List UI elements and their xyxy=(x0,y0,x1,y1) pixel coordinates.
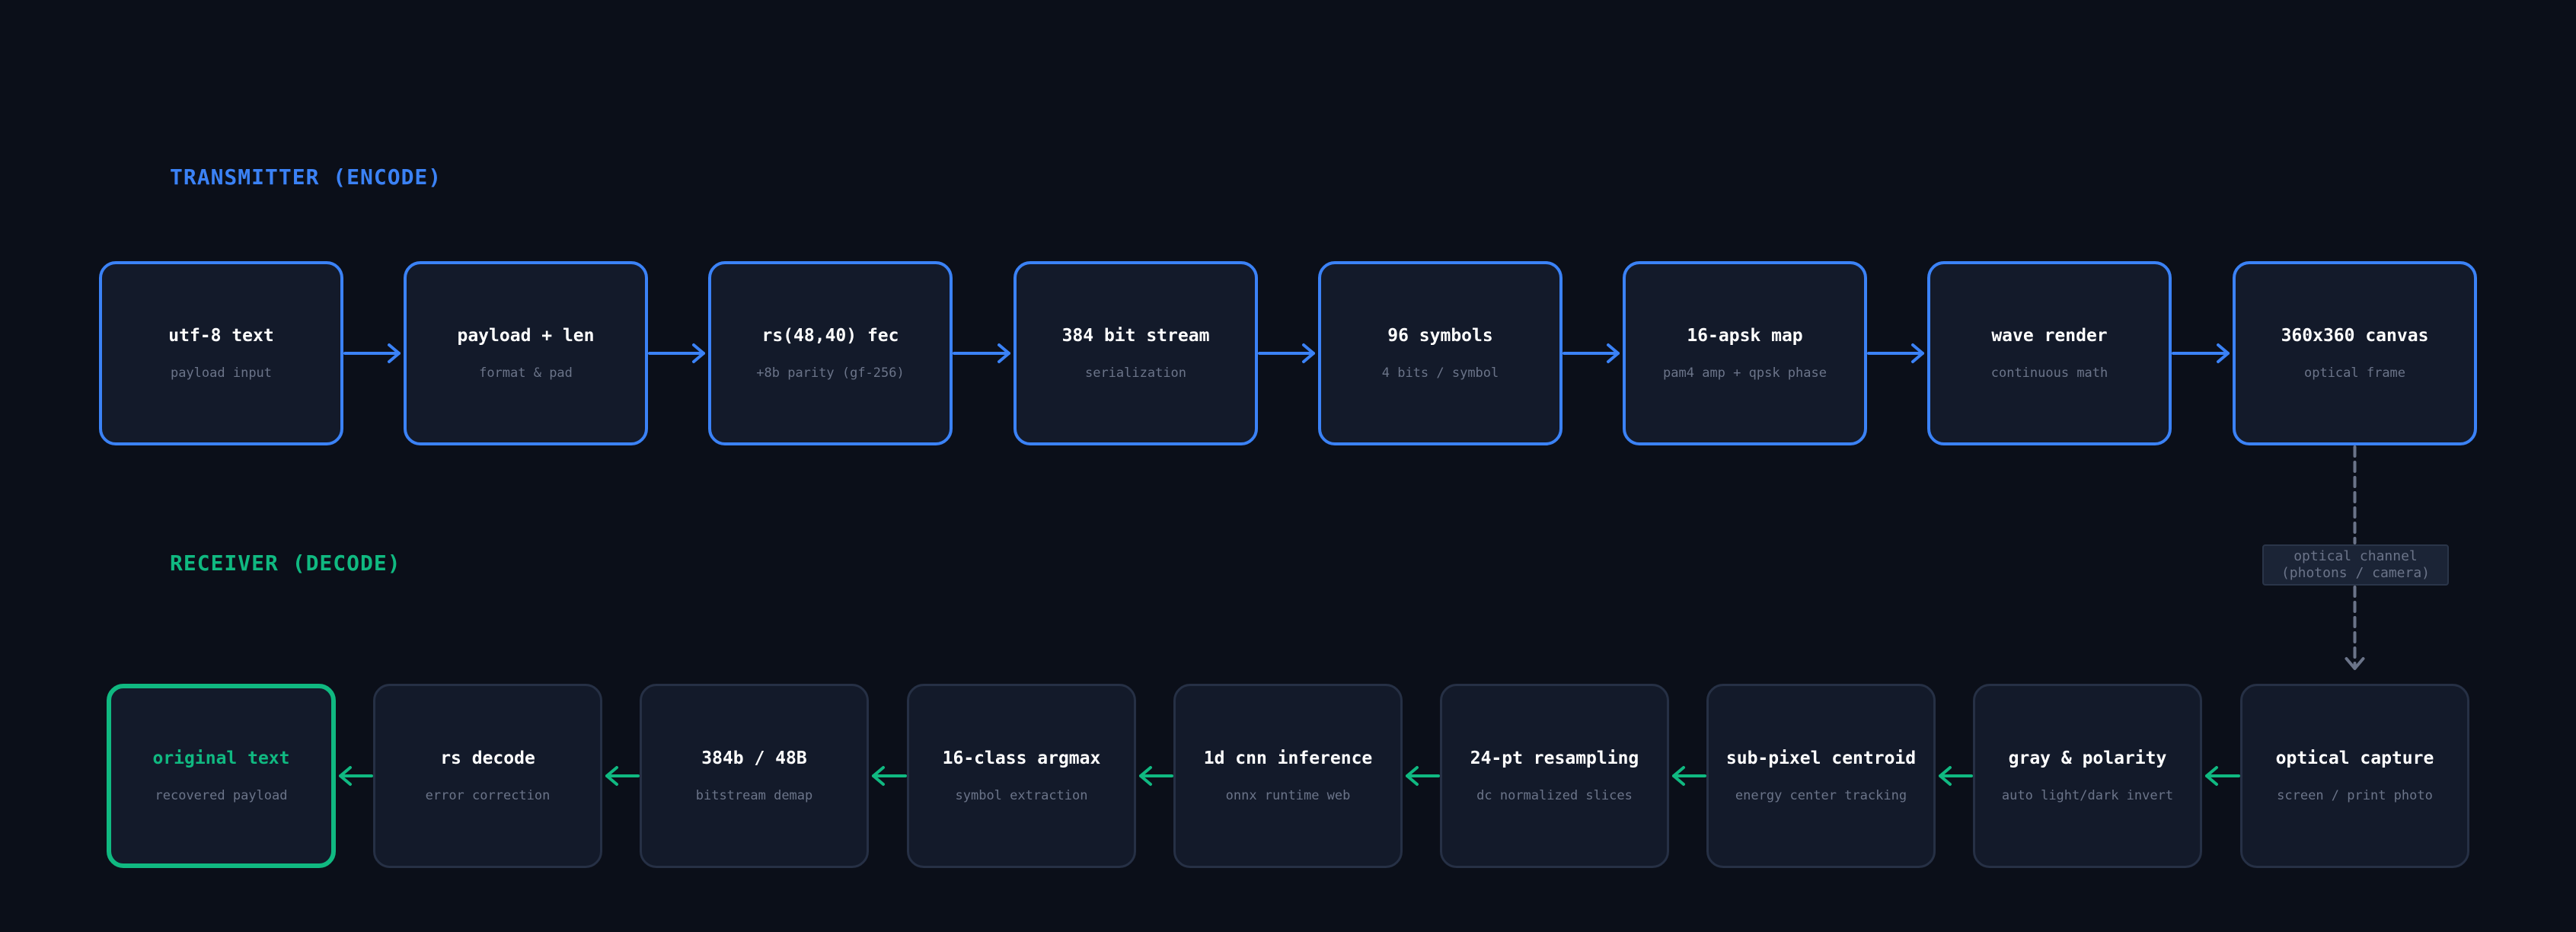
transmitter-arrow-head xyxy=(692,343,705,363)
transmitter-node-payload-len: payload + len format & pad xyxy=(404,261,648,445)
optical-channel-line1: optical channel xyxy=(2294,548,2418,564)
transmitter-node-title: 360x360 canvas xyxy=(2281,326,2429,346)
receiver-arrow-head xyxy=(872,766,885,786)
transmitter-arrow-head xyxy=(1911,343,1924,363)
receiver-node-subtitle: dc normalized slices xyxy=(1476,788,1633,803)
transmitter-node-16-apsk-map: 16-apsk map pam4 amp + qpsk phase xyxy=(1623,261,1867,445)
receiver-node-16-class-argmax: 16-class argmax symbol extraction xyxy=(907,684,1136,868)
receiver-node-optical-capture: optical capture screen / print photo xyxy=(2240,684,2469,868)
transmitter-arrow-head xyxy=(1302,343,1315,363)
transmitter-arrow-head xyxy=(2217,343,2230,363)
transmitter-arrow-head xyxy=(388,343,401,363)
receiver-arrow-head xyxy=(1406,766,1419,786)
transmitter-arrow-head xyxy=(998,343,1010,363)
receiver-node-title: rs decode xyxy=(440,748,535,768)
receiver-node-rs-decode: rs decode error correction xyxy=(373,684,602,868)
receiver-node-subtitle: symbol extraction xyxy=(955,788,1088,803)
receiver-node-original-text: original text recovered payload xyxy=(107,684,336,868)
receiver-node-subtitle: onnx runtime web xyxy=(1225,788,1351,803)
receiver-node-title: sub-pixel centroid xyxy=(1725,748,1917,768)
receiver-arrow-head xyxy=(605,766,618,786)
receiver-arrow-head xyxy=(339,766,352,786)
optical-channel-line2: (photons / camera) xyxy=(2281,565,2431,581)
transmitter-node-title: 384 bit stream xyxy=(1061,326,1210,346)
transmitter-node-subtitle: optical frame xyxy=(2303,365,2406,381)
receiver-section-label: RECEIVER (DECODE) xyxy=(170,551,401,576)
transmitter-node-title: payload + len xyxy=(457,326,595,346)
receiver-node-subtitle: bitstream demap xyxy=(695,788,813,803)
transmitter-node-rs-48-40-fec: rs(48,40) fec +8b parity (gf-256) xyxy=(708,261,953,445)
transmitter-node-subtitle: serialization xyxy=(1084,365,1187,381)
transmitter-arrow-head xyxy=(1607,343,1620,363)
transmitter-node-subtitle: payload input xyxy=(170,365,273,381)
receiver-node-title: optical capture xyxy=(2275,748,2434,768)
optical-channel-arrow-head xyxy=(2345,657,2365,670)
transmitter-node-subtitle: continuous math xyxy=(1990,365,2108,381)
transmitter-node-wave-render: wave render continuous math xyxy=(1927,261,2172,445)
receiver-node-24-pt-resampling: 24-pt resampling dc normalized slices xyxy=(1440,684,1669,868)
transmitter-node-utf-8-text: utf-8 text payload input xyxy=(99,261,343,445)
receiver-node-sub-pixel-centroid: sub-pixel centroid energy center tracking xyxy=(1706,684,1936,868)
receiver-node-subtitle: recovered payload xyxy=(155,788,288,803)
receiver-arrow-head xyxy=(2205,766,2218,786)
receiver-node-title: 1d cnn inference xyxy=(1203,748,1373,768)
transmitter-node-96-symbols: 96 symbols 4 bits / symbol xyxy=(1318,261,1563,445)
receiver-node-title: 16-class argmax xyxy=(942,748,1101,768)
transmitter-node-title: 96 symbols xyxy=(1387,326,1493,346)
receiver-arrow-head xyxy=(1139,766,1152,786)
receiver-arrow-head xyxy=(1939,766,1952,786)
receiver-node-subtitle: auto light/dark invert xyxy=(2001,788,2174,803)
transmitter-node-360x360-canvas: 360x360 canvas optical frame xyxy=(2233,261,2477,445)
transmitter-node-subtitle: 4 bits / symbol xyxy=(1381,365,1499,381)
receiver-node-title: original text xyxy=(152,748,290,768)
receiver-node-gray-polarity: gray & polarity auto light/dark invert xyxy=(1973,684,2202,868)
transmitter-section-label: TRANSMITTER (ENCODE) xyxy=(170,164,442,190)
receiver-node-subtitle: energy center tracking xyxy=(1735,788,1907,803)
optical-channel-label: optical channel (photons / camera) xyxy=(2262,544,2449,586)
transmitter-node-title: wave render xyxy=(1991,326,2108,346)
transmitter-node-384-bit-stream: 384 bit stream serialization xyxy=(1013,261,1258,445)
receiver-node-1d-cnn-inference: 1d cnn inference onnx runtime web xyxy=(1173,684,1403,868)
transmitter-node-title: 16-apsk map xyxy=(1687,326,1803,346)
transmitter-node-subtitle: +8b parity (gf-256) xyxy=(756,365,905,381)
transmitter-node-subtitle: format & pad xyxy=(479,365,573,381)
receiver-arrow-head xyxy=(1672,766,1685,786)
receiver-node-subtitle: error correction xyxy=(425,788,551,803)
receiver-node-title: 24-pt resampling xyxy=(1470,748,1639,768)
receiver-node-384b-48b: 384b / 48B bitstream demap xyxy=(640,684,869,868)
transmitter-node-subtitle: pam4 amp + qpsk phase xyxy=(1663,365,1827,381)
transmitter-node-title: utf-8 text xyxy=(168,326,274,346)
receiver-node-title: 384b / 48B xyxy=(701,748,807,768)
transmitter-node-title: rs(48,40) fec xyxy=(761,326,899,346)
receiver-node-title: gray & polarity xyxy=(2008,748,2167,768)
receiver-node-subtitle: screen / print photo xyxy=(2277,788,2433,803)
